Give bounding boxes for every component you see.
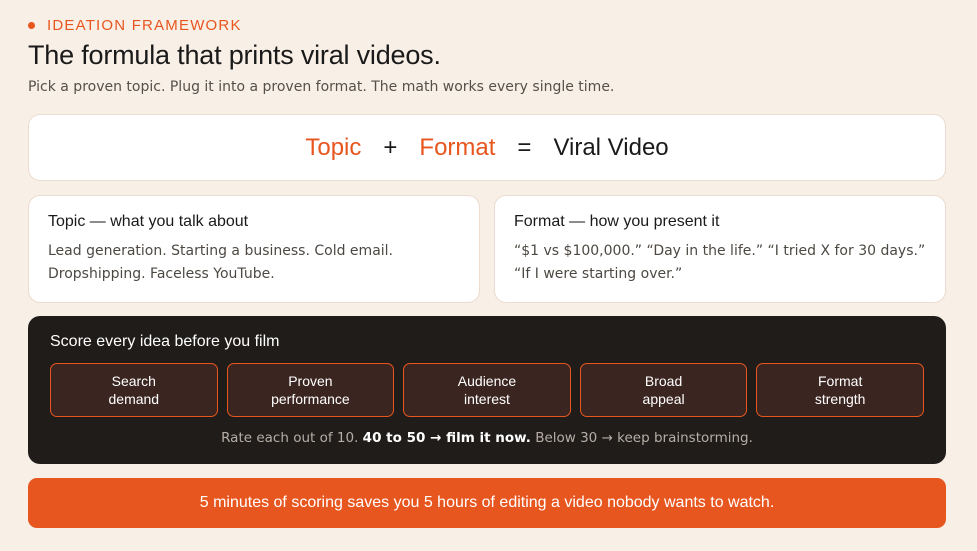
cta-banner: 5 minutes of scoring saves you 5 hours o… (28, 478, 946, 528)
page-title: The formula that prints viral videos. (28, 40, 441, 70)
criterion-label-line2: strength (814, 391, 866, 407)
criterion-search-demand[interactable]: Search demand (50, 363, 218, 417)
scoring-note-threshold: 40 to 50 → film it now. (362, 430, 531, 446)
format-card: Format — how you present it “$1 vs $100,… (494, 195, 946, 303)
criterion-label-line2: demand (108, 391, 160, 407)
criterion-label-line1: Proven (288, 373, 333, 389)
criteria-row: Search demand Proven performance Audience i… (50, 363, 924, 417)
criterion-label-line2: appeal (642, 391, 685, 407)
criterion-label-line1: Audience (457, 373, 517, 389)
criterion-audience-interest[interactable]: Audience interest (403, 363, 571, 417)
eyebrow: IDEATION FRAMEWORK (28, 17, 242, 34)
criterion-label-line1: Format (818, 373, 863, 389)
formula-equals: = (517, 133, 532, 161)
criterion-label-line1: Broad (644, 373, 683, 389)
topic-card: Topic — what you talk about Lead generat… (28, 195, 480, 303)
format-card-body: “$1 vs $100,000.” “Day in the life.” “I … (514, 243, 926, 282)
formula-format: Format (419, 133, 496, 161)
scoring-note-intro: Rate each out of 10. (221, 430, 359, 446)
formula-topic: Topic (305, 133, 362, 161)
scoring-note: Rate each out of 10. 40 to 50 → film it … (50, 430, 924, 446)
criterion-label-line1: Search (111, 373, 156, 389)
formula-plus: + (383, 133, 398, 161)
format-card-heading: Format — how you present it (514, 213, 720, 230)
topic-card-heading: Topic — what you talk about (48, 213, 249, 230)
criterion-format-strength[interactable]: Format strength (756, 363, 924, 417)
criterion-proven-performance[interactable]: Proven performance (226, 363, 395, 417)
page-subtitle: Pick a proven topic. Plug it into a prov… (28, 79, 615, 95)
scoring-note-fallback: Below 30 → keep brainstorming. (535, 430, 753, 446)
criterion-label-line2: interest (464, 391, 510, 407)
criterion-label-line2: performance (271, 391, 350, 407)
eyebrow-label: IDEATION FRAMEWORK (47, 17, 242, 34)
cta-banner-text: 5 minutes of scoring saves you 5 hours o… (199, 494, 775, 511)
scoring-heading: Score every idea before you film (50, 333, 280, 350)
bullet-dot-icon (28, 22, 35, 29)
topic-card-body: Lead generation. Starting a business. Co… (48, 243, 393, 282)
criterion-broad-appeal[interactable]: Broad appeal (579, 363, 748, 417)
formula-result: Viral Video (553, 133, 669, 161)
scoring-panel: Score every idea before you film Search d… (28, 316, 946, 464)
formula-panel: Topic + Format = Viral Video (28, 114, 946, 181)
